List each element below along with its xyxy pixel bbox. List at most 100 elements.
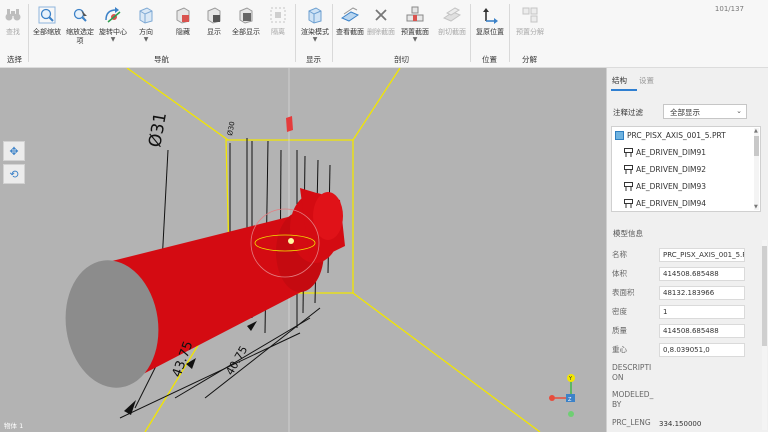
property-label: 名称	[612, 250, 627, 259]
group-separator	[28, 4, 29, 62]
group-separator	[470, 4, 471, 62]
tree-item-label: PRC_PISX_AXIS_001_5.PRT	[627, 131, 726, 140]
dimension-icon	[624, 199, 633, 208]
tree-item[interactable]: AE_DRIVEN_DIM94	[624, 196, 706, 211]
chevron-down-icon: ⌄	[736, 107, 742, 115]
chevron-down-icon: ▼	[412, 36, 418, 43]
preset-explode-icon	[520, 5, 540, 25]
dimension-text: Ø30	[226, 121, 236, 137]
zoom-all-button[interactable]: 全部缩放	[31, 2, 63, 50]
show-all-icon	[236, 5, 256, 25]
active-tab-indicator	[611, 89, 637, 91]
dimension-icon	[624, 182, 633, 191]
status-text: 物体 1	[4, 422, 24, 430]
property-value: 0,8.039051,0	[659, 343, 745, 357]
cut-section-button[interactable]: 剖切截面	[437, 2, 467, 50]
group-label-display: 显示	[306, 55, 321, 64]
model-scene: Ø31 43.75 40.75 Ø30 Y Z	[65, 68, 575, 432]
dimension-icon	[624, 165, 633, 174]
chevron-down-icon: ▼	[143, 36, 149, 43]
tree-item[interactable]: AE_DRIVEN_DIM92	[624, 162, 706, 177]
rotation-center-button[interactable]: 旋转中心 ▼	[97, 2, 129, 50]
move-cross-icon[interactable]: ✥	[3, 141, 25, 161]
binoculars-icon	[3, 5, 23, 25]
properties-panel: 结构 设置 注释过滤 全部显示 ⌄ PRC_PISX_AXIS_001_5.PR…	[606, 68, 768, 432]
view-section-icon	[340, 5, 360, 25]
property-label: 质量	[612, 326, 627, 335]
property-label: 重心	[612, 345, 627, 354]
group-separator	[295, 4, 296, 62]
property-value: 414508.685488	[659, 267, 745, 281]
dimension-text: Ø31	[145, 111, 171, 149]
ribbon-toolbar: 101/137 查找 选择 全部缩放 缩放选定 项 旋转中心 ▼ 方向 ▼ 隐藏…	[0, 0, 768, 68]
group-separator	[509, 4, 510, 62]
rotate-icon[interactable]: ⟲	[3, 164, 25, 184]
chevron-down-icon: ▼	[312, 36, 318, 43]
restore-position-icon	[480, 5, 500, 25]
group-separator	[332, 4, 333, 62]
property-label: 体积	[612, 269, 627, 278]
isolate-button[interactable]: 隔离	[266, 2, 290, 50]
page-counter: 101/137	[714, 5, 744, 13]
tab-structure[interactable]: 结构	[612, 75, 627, 86]
orientation-cube-icon	[136, 5, 156, 25]
panel-tabs: 结构 设置	[607, 68, 768, 92]
tree-item[interactable]: PRC_PISX_AXIS_001_5.PRT	[615, 128, 726, 143]
preset-section-icon	[405, 5, 425, 25]
render-mode-button[interactable]: 渲染模式 ▼	[299, 2, 331, 50]
isolate-icon	[268, 5, 288, 25]
show-icon	[204, 5, 224, 25]
part-cylinder	[65, 188, 345, 388]
tree-scrollbar[interactable]: ▲ ▼	[754, 128, 759, 210]
tree-item-label: AE_DRIVEN_DIM94	[636, 199, 707, 208]
rotation-center-icon	[103, 5, 123, 25]
tree-item-label: AE_DRIVEN_DIM92	[636, 165, 707, 174]
property-value: 48132.183966	[659, 286, 745, 300]
restore-position-button[interactable]: 复原位置	[474, 2, 506, 50]
group-label-explode: 分解	[522, 55, 537, 64]
zoom-selected-button[interactable]: 缩放选定 项	[64, 2, 96, 50]
orientation-button[interactable]: 方向 ▼	[134, 2, 158, 50]
hide-button[interactable]: 隐藏	[171, 2, 195, 50]
close-icon	[371, 5, 391, 25]
annotation-filter: 注释过滤 全部显示 ⌄	[613, 104, 763, 120]
scroll-up-icon[interactable]: ▲	[754, 128, 758, 134]
zoom-selected-icon	[70, 5, 90, 25]
tree-item-label: AE_DRIVEN_DIM91	[636, 148, 707, 157]
dimension-text: 40.75	[223, 344, 250, 378]
preset-section-button[interactable]: 预置截面 ▼	[397, 2, 433, 50]
show-button[interactable]: 显示	[202, 2, 226, 50]
tree-item-label: AE_DRIVEN_DIM93	[636, 182, 707, 191]
panel-scrollbar[interactable]	[762, 240, 767, 430]
property-label: PRC_LENG	[612, 418, 651, 427]
tree-item[interactable]: AE_DRIVEN_DIM93	[624, 179, 706, 194]
group-label-select: 选择	[7, 55, 22, 64]
filter-select[interactable]: 全部显示 ⌄	[663, 104, 747, 119]
cut-section-icon	[442, 5, 462, 25]
group-label-navigation: 导航	[154, 55, 169, 64]
property-value: 334.150000	[659, 420, 702, 428]
show-all-button[interactable]: 全部显示	[230, 2, 262, 50]
filter-label: 注释过滤	[613, 108, 643, 117]
scroll-thumb[interactable]	[754, 136, 759, 156]
tab-settings[interactable]: 设置	[639, 75, 654, 86]
dimension-icon	[624, 148, 633, 157]
chevron-down-icon: ▼	[110, 36, 116, 43]
scroll-down-icon[interactable]: ▼	[754, 204, 758, 210]
view-section-button[interactable]: 查看截面	[335, 2, 365, 50]
property-label: 表面积	[612, 288, 635, 297]
axis-triad: Y Z	[549, 374, 575, 417]
tree-item[interactable]: AE_DRIVEN_DIM91	[624, 145, 706, 160]
filter-value: 全部显示	[670, 108, 700, 117]
delete-section-button[interactable]: 删除截面	[366, 2, 396, 50]
property-label: DESCRIPTI ON	[612, 363, 652, 382]
property-value: 1	[659, 305, 745, 319]
find-button[interactable]: 查找	[3, 2, 23, 50]
viewport-tools: ✥ ⟲	[3, 141, 25, 187]
3d-viewport[interactable]: Ø31 43.75 40.75 Ø30 Y Z ✥ ⟲ 物体 1	[0, 68, 606, 432]
property-value: 414508.685488	[659, 324, 745, 338]
structure-tree[interactable]: PRC_PISX_AXIS_001_5.PRT AE_DRIVEN_DIM91 …	[611, 126, 761, 212]
scroll-thumb[interactable]	[762, 246, 767, 346]
group-label-position: 位置	[482, 55, 497, 64]
preset-explode-button[interactable]: 预置分解	[512, 2, 548, 50]
